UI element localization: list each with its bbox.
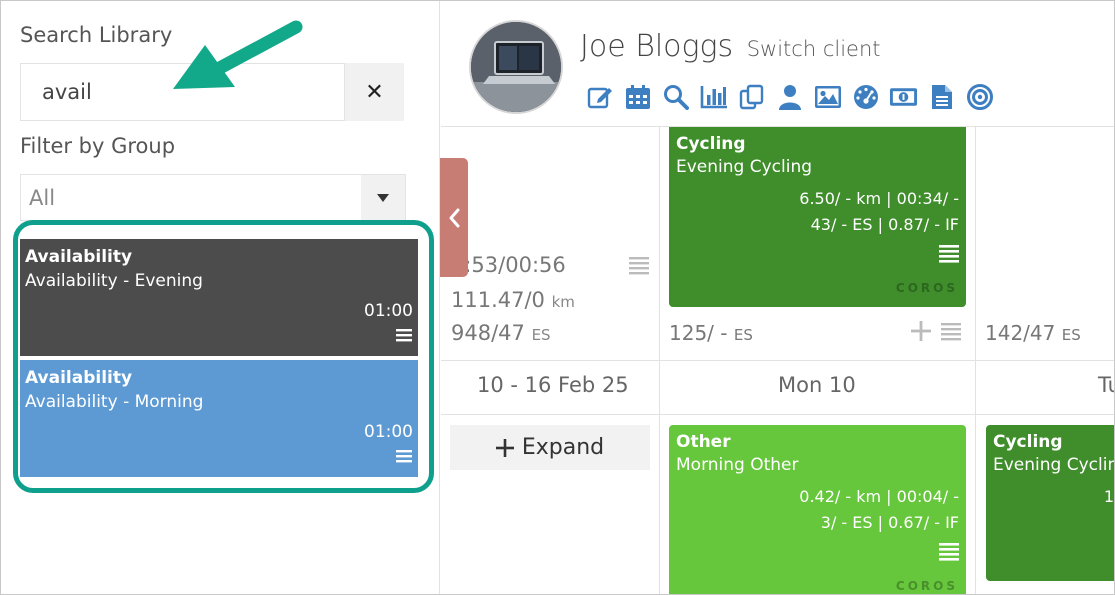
- workout-card-cycling[interactable]: Cycling Evening Cycling 6.50/ - km | 00:…: [669, 127, 966, 307]
- library-item-availability-evening[interactable]: Availability Availability - Evening 01:0…: [20, 239, 418, 356]
- week-range-label: 10 - 16 Feb 25: [477, 373, 629, 397]
- library-item-subtitle: Availability - Evening: [25, 271, 203, 291]
- day-label-tue: Tu: [1098, 373, 1114, 397]
- workout-metrics-line1: 6.50/ - km | 00:34/ -: [799, 189, 959, 208]
- library-panel: Search Library ✕ Filter by Group All Ava…: [1, 1, 440, 594]
- image-icon[interactable]: [813, 81, 842, 112]
- user-icon[interactable]: [775, 81, 804, 112]
- mon-day-total: 125/ - ES: [669, 321, 753, 345]
- collapse-library-tab[interactable]: [440, 158, 468, 277]
- calendar-panel: Joe Bloggs Switch client 0:53/00:56 111.…: [441, 1, 1114, 594]
- week-es-summary: 948/47 ES: [451, 321, 551, 345]
- client-avatar[interactable]: [469, 20, 563, 114]
- target-icon[interactable]: [965, 81, 994, 112]
- menu-icon[interactable]: [939, 243, 959, 267]
- menu-icon[interactable]: [939, 541, 959, 565]
- library-item-title: Availability: [25, 247, 133, 267]
- workout-metrics-line1: 1: [1103, 487, 1114, 506]
- chevron-left-icon: [449, 208, 460, 227]
- library-item-availability-morning[interactable]: Availability Availability - Morning 01:0…: [20, 360, 418, 477]
- menu-icon[interactable]: [941, 321, 961, 345]
- workout-title: Cycling: [993, 432, 1063, 452]
- expand-week-button[interactable]: Expand: [450, 425, 650, 470]
- row-divider: [441, 414, 1114, 415]
- week-distance-summary: 111.47/0 km: [451, 288, 575, 312]
- row-divider: [441, 360, 1114, 361]
- search-icon[interactable]: [661, 81, 690, 112]
- workout-subtitle: Evening Cycling: [676, 157, 813, 177]
- week-es-value: 948/47: [451, 321, 525, 345]
- plus-icon: [495, 438, 514, 457]
- mon-day-total-unit: ES: [733, 326, 753, 344]
- switch-client-link[interactable]: Switch client: [747, 37, 881, 61]
- library-item-title: Availability: [25, 368, 133, 388]
- library-item-duration: 01:00: [364, 422, 413, 442]
- workout-metrics-line2: 3/ - ES | 0.67/ - IF: [820, 513, 959, 532]
- tue-day-total: 142/47 ES: [985, 321, 1081, 345]
- clear-search-button[interactable]: ✕: [345, 63, 404, 121]
- chart-icon[interactable]: [699, 81, 728, 112]
- edit-icon[interactable]: [585, 81, 614, 112]
- week-distance-value: 111.47/0: [451, 288, 545, 312]
- workout-title: Cycling: [676, 134, 746, 154]
- workout-subtitle: Morning Other: [676, 455, 799, 475]
- app-frame: Search Library ✕ Filter by Group All Ava…: [0, 0, 1115, 595]
- week-distance-unit: km: [551, 293, 575, 311]
- mon-day-total-value: 125/ -: [669, 321, 728, 345]
- client-name: Joe Bloggs Switch client: [580, 29, 881, 64]
- workout-card-cycling-tue[interactable]: Cycling Evening Cycling 1: [986, 425, 1114, 581]
- annotation-arrow-icon: [173, 20, 303, 89]
- menu-icon[interactable]: [396, 328, 412, 348]
- expand-label: Expand: [521, 435, 605, 460]
- calendar-icon[interactable]: [623, 81, 652, 112]
- group-filter-select[interactable]: All: [20, 174, 406, 221]
- document-icon[interactable]: [927, 81, 956, 112]
- week-es-unit: ES: [531, 326, 551, 344]
- tue-day-total-value: 142/47: [985, 321, 1056, 345]
- column-divider: [975, 127, 976, 594]
- workout-title: Other: [676, 432, 731, 452]
- tue-day-total-unit: ES: [1061, 326, 1081, 344]
- library-item-subtitle: Availability - Morning: [25, 392, 204, 412]
- coros-logo: COROS: [895, 579, 958, 593]
- workout-card-other[interactable]: Other Morning Other 0.42/ - km | 00:04/ …: [669, 425, 966, 594]
- workout-subtitle: Evening Cycling: [993, 455, 1114, 475]
- week-time-summary: 0:53/00:56: [451, 253, 566, 277]
- dashboard-icon[interactable]: [851, 81, 880, 112]
- client-header: Joe Bloggs Switch client: [441, 1, 1114, 127]
- day-label-mon: Mon 10: [778, 373, 856, 397]
- library-item-duration: 01:00: [364, 301, 413, 321]
- add-icon[interactable]: [911, 321, 931, 345]
- column-divider: [659, 127, 660, 594]
- workout-metrics-line1: 0.42/ - km | 00:04/ -: [799, 487, 959, 506]
- menu-icon[interactable]: [629, 255, 649, 279]
- search-library-heading: Search Library: [20, 23, 173, 47]
- filter-group-heading: Filter by Group: [20, 134, 176, 158]
- chevron-down-icon[interactable]: [361, 175, 405, 220]
- client-toolbar: [585, 81, 994, 112]
- menu-icon[interactable]: [396, 449, 412, 469]
- money-icon[interactable]: [889, 81, 918, 112]
- group-filter-value: All: [29, 185, 56, 210]
- mon-day-tools: [911, 321, 961, 345]
- workout-metrics-line2: 43/ - ES | 0.87/ - IF: [810, 215, 959, 234]
- coros-logo: COROS: [895, 281, 958, 295]
- client-name-text: Joe Bloggs: [580, 29, 734, 64]
- copy-icon[interactable]: [737, 81, 766, 112]
